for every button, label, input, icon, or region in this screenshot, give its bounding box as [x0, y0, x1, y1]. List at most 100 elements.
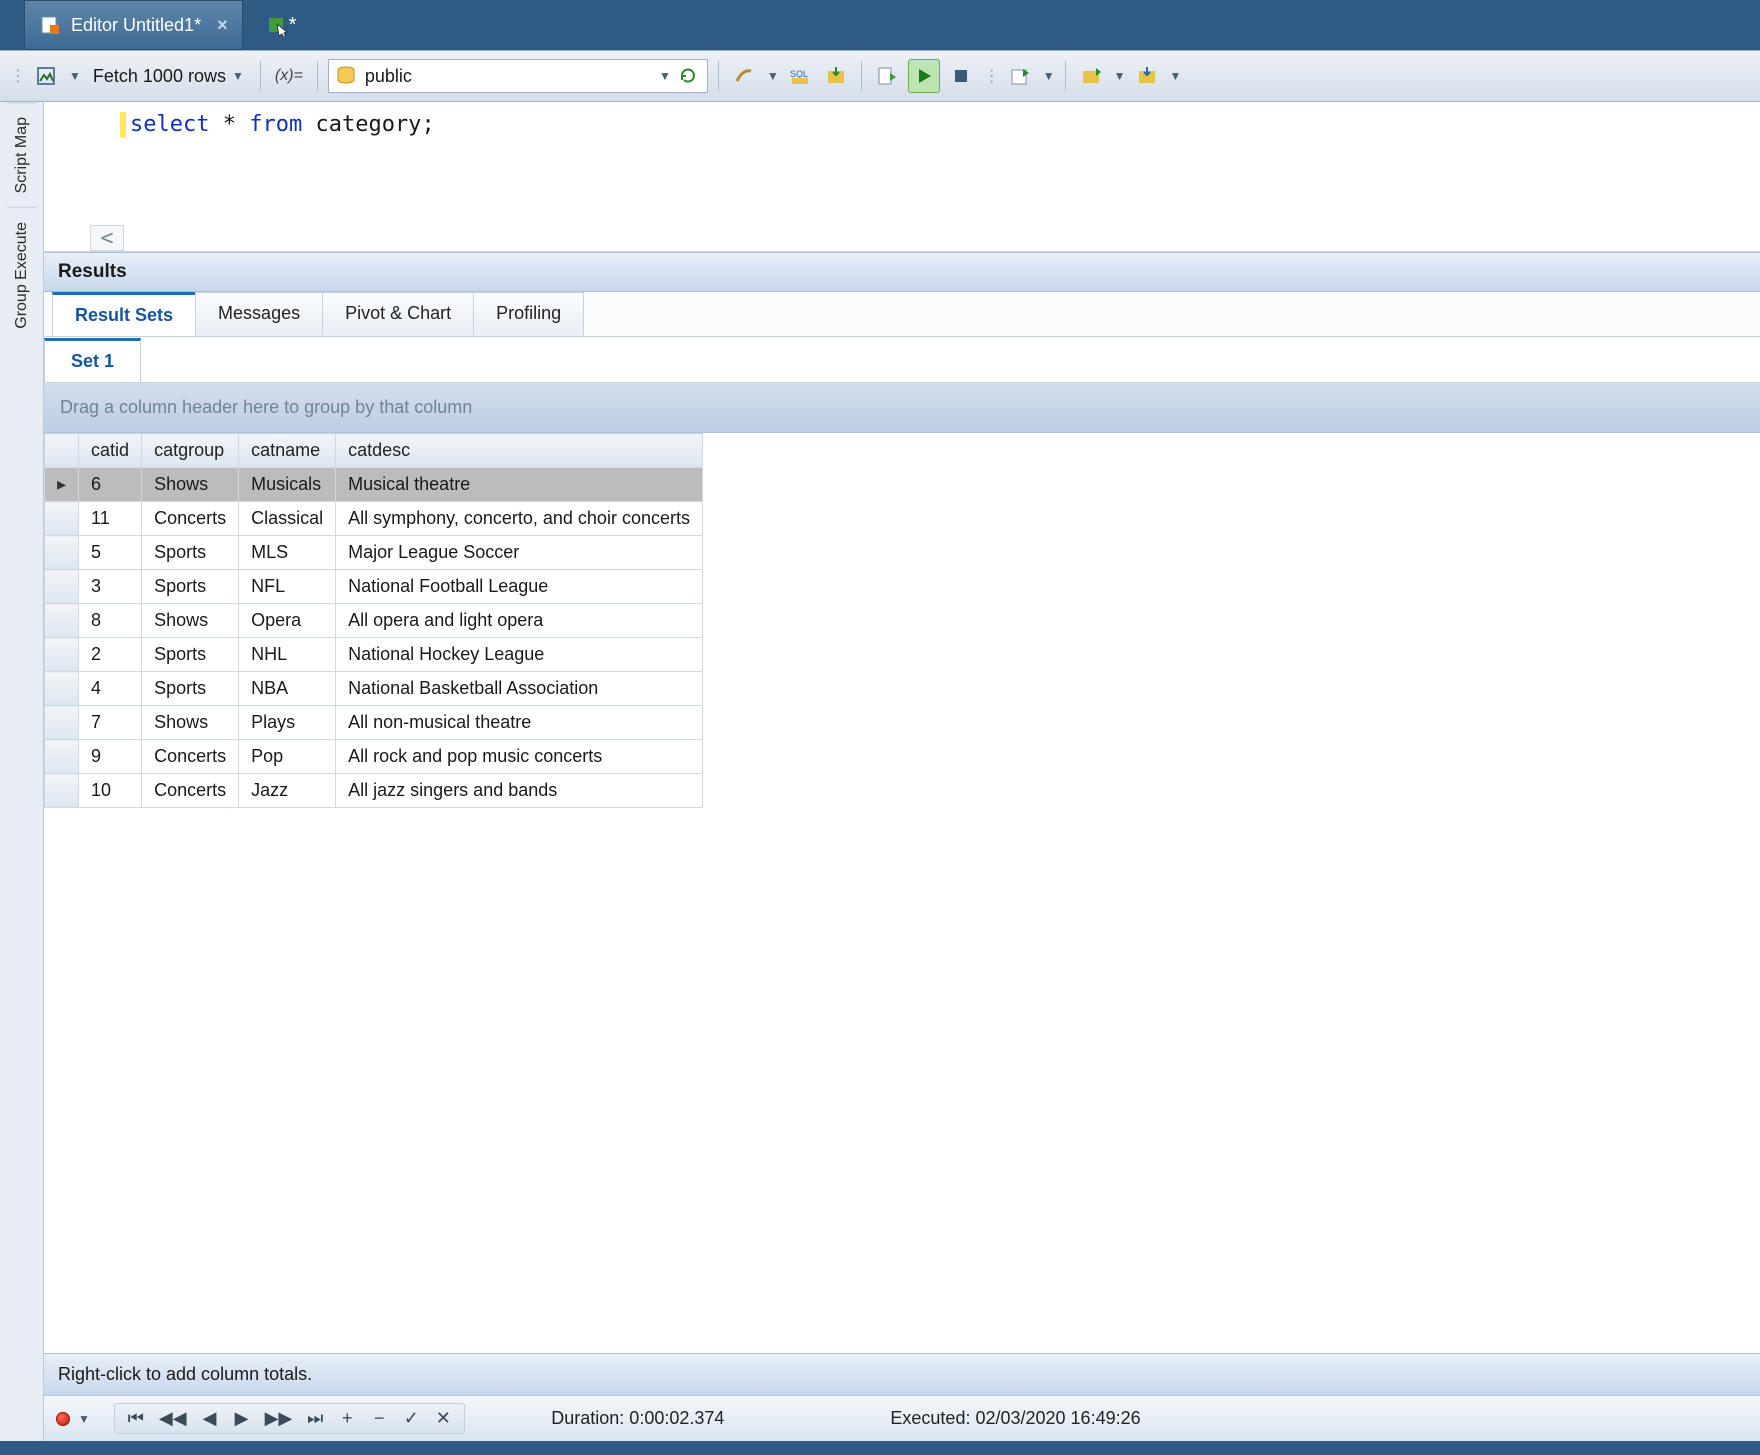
dropdown-icon[interactable]: ▼ — [1112, 69, 1126, 83]
table-row[interactable]: 3SportsNFLNational Football League — [45, 570, 703, 604]
cell-catid[interactable]: 7 — [79, 706, 142, 740]
column-header-catname[interactable]: catname — [239, 434, 336, 468]
refresh-icon[interactable] — [679, 67, 697, 85]
cell-catid[interactable]: 3 — [79, 570, 142, 604]
dropdown-icon[interactable]: ▼ — [765, 69, 779, 83]
cell-catname[interactable]: NFL — [239, 570, 336, 604]
cell-catname[interactable]: Jazz — [239, 774, 336, 808]
format-button[interactable] — [729, 59, 759, 93]
dropdown-icon[interactable]: ▼ — [67, 69, 81, 83]
cell-catdesc[interactable]: All non-musical theatre — [336, 706, 703, 740]
column-header-catgroup[interactable]: catgroup — [142, 434, 239, 468]
group-by-bar[interactable]: Drag a column header here to group by th… — [44, 383, 1760, 433]
cell-catdesc[interactable]: All opera and light opera — [336, 604, 703, 638]
cell-catdesc[interactable]: All jazz singers and bands — [336, 774, 703, 808]
nav-add-button[interactable]: + — [332, 1406, 362, 1431]
table-row[interactable]: 4SportsNBANational Basketball Associatio… — [45, 672, 703, 706]
row-indicator[interactable] — [45, 604, 79, 638]
cell-catid[interactable]: 4 — [79, 672, 142, 706]
stop-button[interactable] — [946, 59, 976, 93]
cell-catdesc[interactable]: Musical theatre — [336, 468, 703, 502]
cell-catdesc[interactable]: Major League Soccer — [336, 536, 703, 570]
variables-button[interactable]: (x)= — [271, 59, 307, 93]
nav-nextpage-button[interactable]: ▶▶ — [259, 1406, 299, 1431]
cell-catgroup[interactable]: Sports — [142, 672, 239, 706]
cell-catdesc[interactable]: All rock and pop music concerts — [336, 740, 703, 774]
execute-to-file-button[interactable] — [872, 59, 902, 93]
cell-catname[interactable]: MLS — [239, 536, 336, 570]
describe-button[interactable] — [31, 59, 61, 93]
cell-catgroup[interactable]: Shows — [142, 706, 239, 740]
table-row[interactable]: 8ShowsOperaAll opera and light opera — [45, 604, 703, 638]
row-indicator[interactable] — [45, 468, 79, 502]
cell-catname[interactable]: Plays — [239, 706, 336, 740]
column-header-catid[interactable]: catid — [79, 434, 142, 468]
cell-catgroup[interactable]: Sports — [142, 536, 239, 570]
cell-catname[interactable]: NBA — [239, 672, 336, 706]
table-row[interactable]: 9ConcertsPopAll rock and pop music conce… — [45, 740, 703, 774]
result-set-tab[interactable]: Set 1 — [44, 338, 141, 383]
cell-catgroup[interactable]: Concerts — [142, 502, 239, 536]
side-tab-group-execute[interactable]: Group Execute — [7, 207, 37, 343]
record-icon[interactable] — [56, 1412, 70, 1426]
results-tab-pivot-chart[interactable]: Pivot & Chart — [322, 292, 474, 336]
results-tab-messages[interactable]: Messages — [195, 292, 323, 336]
nav-first-button[interactable]: ⏮ — [121, 1406, 151, 1431]
nav-commit-button[interactable]: ✓ — [396, 1406, 426, 1431]
cell-catname[interactable]: Classical — [239, 502, 336, 536]
nav-prev-button[interactable]: ◀ — [195, 1406, 225, 1431]
cell-catgroup[interactable]: Shows — [142, 468, 239, 502]
side-tab-script-map[interactable]: Script Map — [7, 102, 37, 207]
cell-catgroup[interactable]: Shows — [142, 604, 239, 638]
table-row[interactable]: 2SportsNHLNational Hockey League — [45, 638, 703, 672]
cell-catid[interactable]: 10 — [79, 774, 142, 808]
cell-catid[interactable]: 5 — [79, 536, 142, 570]
row-indicator[interactable] — [45, 672, 79, 706]
editor-tab-1[interactable]: Editor Untitled1* × — [24, 0, 243, 50]
results-tab-profiling[interactable]: Profiling — [473, 292, 584, 336]
schema-selector[interactable]: public ▼ — [328, 59, 708, 93]
row-indicator[interactable] — [45, 570, 79, 604]
cell-catgroup[interactable]: Sports — [142, 570, 239, 604]
editor-tab-2[interactable]: * — [261, 0, 303, 50]
close-icon[interactable]: × — [217, 15, 228, 36]
nav-last-button[interactable]: ⏭ — [300, 1406, 330, 1431]
dropdown-icon[interactable]: ▼ — [1168, 69, 1182, 83]
cell-catid[interactable]: 8 — [79, 604, 142, 638]
sql-editor[interactable]: select * from category; < — [44, 102, 1760, 252]
nav-next-button[interactable]: ▶ — [227, 1406, 257, 1431]
cell-catdesc[interactable]: National Football League — [336, 570, 703, 604]
row-indicator[interactable] — [45, 774, 79, 808]
sql-recall-button[interactable]: SQL — [785, 59, 815, 93]
grid-scroll[interactable]: catidcatgroupcatnamecatdesc6ShowsMusical… — [44, 433, 1760, 1353]
column-header-catdesc[interactable]: catdesc — [336, 434, 703, 468]
nav-delete-button[interactable]: − — [364, 1406, 394, 1431]
import-button[interactable] — [821, 59, 851, 93]
cell-catdesc[interactable]: National Basketball Association — [336, 672, 703, 706]
row-indicator[interactable] — [45, 638, 79, 672]
dropdown-icon[interactable]: ▼ — [1041, 69, 1055, 83]
cell-catid[interactable]: 6 — [79, 468, 142, 502]
results-tab-result-sets[interactable]: Result Sets — [52, 292, 196, 336]
cell-catname[interactable]: Pop — [239, 740, 336, 774]
row-indicator[interactable] — [45, 706, 79, 740]
fetch-rows-dropdown[interactable]: Fetch 1000 rows ▼ — [87, 66, 250, 87]
export-button[interactable] — [1005, 59, 1035, 93]
cell-catname[interactable]: NHL — [239, 638, 336, 672]
open-file-button[interactable] — [1076, 59, 1106, 93]
cell-catgroup[interactable]: Concerts — [142, 774, 239, 808]
table-row[interactable]: 6ShowsMusicalsMusical theatre — [45, 468, 703, 502]
cell-catgroup[interactable]: Concerts — [142, 740, 239, 774]
cell-catname[interactable]: Musicals — [239, 468, 336, 502]
cell-catid[interactable]: 9 — [79, 740, 142, 774]
execute-button[interactable] — [908, 59, 940, 93]
cell-catid[interactable]: 2 — [79, 638, 142, 672]
table-row[interactable]: 5SportsMLSMajor League Soccer — [45, 536, 703, 570]
table-row[interactable]: 10ConcertsJazzAll jazz singers and bands — [45, 774, 703, 808]
dropdown-icon[interactable]: ▼ — [76, 1412, 90, 1426]
cell-catgroup[interactable]: Sports — [142, 638, 239, 672]
table-row[interactable]: 11ConcertsClassicalAll symphony, concert… — [45, 502, 703, 536]
cell-catdesc[interactable]: National Hockey League — [336, 638, 703, 672]
nav-cancel-button[interactable]: ✕ — [428, 1406, 458, 1431]
row-indicator[interactable] — [45, 502, 79, 536]
